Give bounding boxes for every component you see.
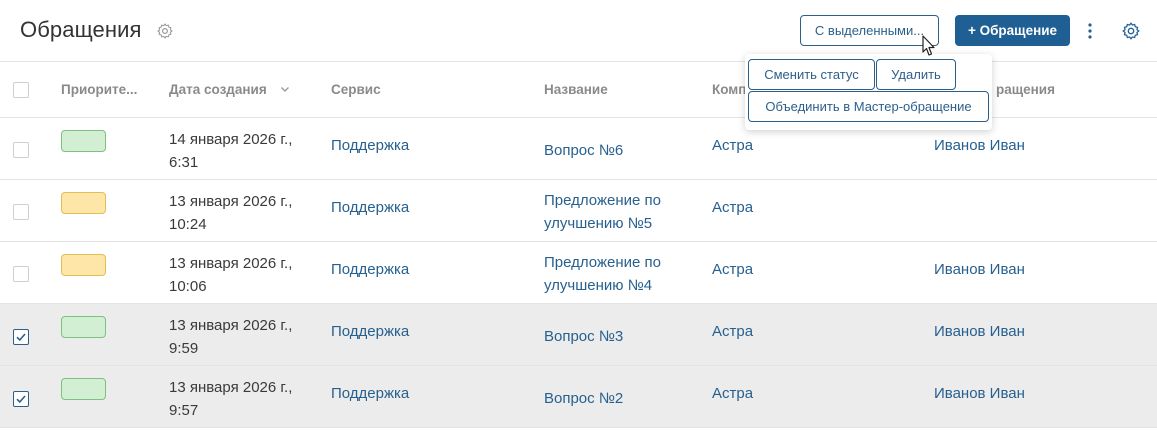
- merge-master-button[interactable]: Объединить в Мастер-обращение: [748, 91, 989, 122]
- checkmark-icon: [16, 333, 26, 342]
- company-link[interactable]: Астра: [712, 382, 753, 405]
- page-title: Обращения: [20, 17, 142, 42]
- table-row[interactable]: 13 января 2026 г., 10:24 Поддержка Предложе…: [0, 180, 1157, 242]
- priority-indicator: [61, 378, 106, 400]
- chevron-down-icon[interactable]: [280, 84, 290, 94]
- table-row[interactable]: 13 января 2026 г., 9:57 Поддержка Вопрос №2…: [0, 366, 1157, 428]
- initiator-link[interactable]: Иванов Иван: [934, 320, 1025, 343]
- row-checkbox[interactable]: [13, 266, 29, 282]
- request-name-link[interactable]: Вопрос №2: [544, 387, 623, 410]
- with-selected-button[interactable]: С выделенными...: [800, 15, 939, 46]
- column-service[interactable]: Сервис: [331, 82, 381, 97]
- request-name-link[interactable]: Предложение по улучшению №5: [544, 189, 661, 235]
- settings-gear-icon[interactable]: [156, 22, 174, 40]
- row-checkbox[interactable]: [13, 142, 29, 158]
- service-link[interactable]: Поддержка: [331, 258, 409, 281]
- create-request-button[interactable]: + Обращение: [955, 15, 1070, 46]
- priority-indicator: [61, 130, 106, 152]
- table-row[interactable]: 13 января 2026 г., 10:06 Поддержка Предложе…: [0, 242, 1157, 304]
- created-date: 13 января 2026 г., 10:06: [169, 255, 293, 295]
- mouse-cursor-icon: [922, 35, 935, 56]
- priority-indicator: [61, 192, 106, 214]
- bulk-actions-menu: Сменить статус Удалить Объединить в Маст…: [745, 54, 992, 130]
- settings-gear-icon[interactable]: [1121, 21, 1141, 41]
- company-link[interactable]: Астра: [712, 258, 753, 281]
- priority-indicator: [61, 316, 106, 338]
- column-name[interactable]: Название: [544, 82, 608, 97]
- created-date: 14 января 2026 г., 6:31: [169, 131, 293, 171]
- initiator-link[interactable]: Иванов Иван: [934, 382, 1025, 405]
- priority-indicator: [61, 254, 106, 276]
- select-all-checkbox[interactable]: [13, 82, 29, 98]
- company-link[interactable]: Астра: [712, 134, 753, 157]
- column-company[interactable]: Комп: [712, 82, 746, 97]
- change-status-button[interactable]: Сменить статус: [748, 59, 875, 90]
- company-link[interactable]: Астра: [712, 320, 753, 343]
- company-link[interactable]: Астра: [712, 196, 753, 219]
- row-checkbox[interactable]: [13, 391, 29, 407]
- column-initiator[interactable]: ращения: [996, 82, 1055, 97]
- service-link[interactable]: Поддержка: [331, 134, 409, 157]
- service-link[interactable]: Поддержка: [331, 382, 409, 405]
- request-name-link[interactable]: Вопрос №6: [544, 139, 623, 162]
- initiator-link[interactable]: Иванов Иван: [934, 258, 1025, 281]
- initiator-link[interactable]: Иванов Иван: [934, 134, 1025, 157]
- created-date: 13 января 2026 г., 9:59: [169, 317, 293, 357]
- created-date: 13 января 2026 г., 10:24: [169, 193, 293, 233]
- row-checkbox[interactable]: [13, 329, 29, 345]
- delete-button[interactable]: Удалить: [876, 59, 956, 90]
- created-date: 13 января 2026 г., 9:57: [169, 379, 293, 419]
- column-created[interactable]: Дата создания: [169, 82, 267, 97]
- service-link[interactable]: Поддержка: [331, 320, 409, 343]
- page-header: Обращения С выделенными... + Обращение: [0, 0, 1157, 62]
- service-link[interactable]: Поддержка: [331, 196, 409, 219]
- request-name-link[interactable]: Вопрос №3: [544, 325, 623, 348]
- row-checkbox[interactable]: [13, 204, 29, 220]
- request-name-link[interactable]: Предложение по улучшению №4: [544, 251, 661, 297]
- checkmark-icon: [16, 395, 26, 404]
- column-priority[interactable]: Приорите...: [61, 82, 137, 97]
- kebab-menu-icon[interactable]: [1083, 20, 1097, 42]
- table-row[interactable]: 13 января 2026 г., 9:59 Поддержка Вопрос №3…: [0, 304, 1157, 366]
